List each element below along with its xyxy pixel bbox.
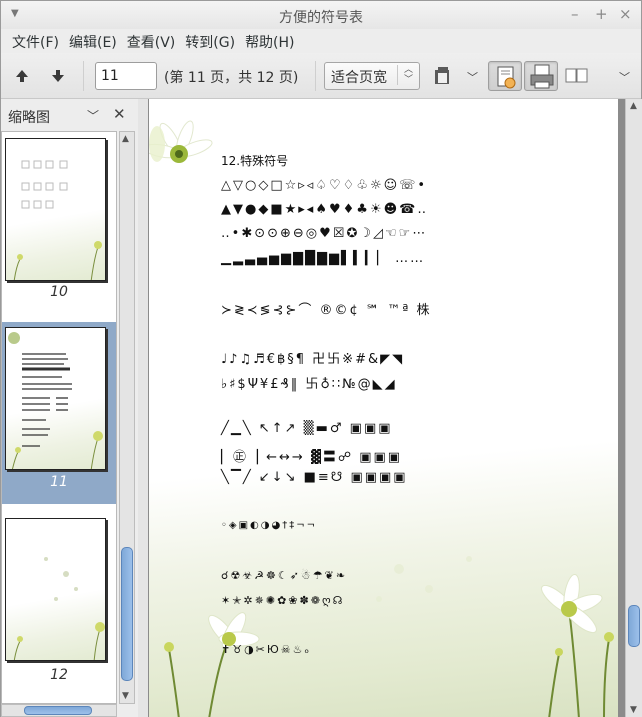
page-number-input[interactable]: [95, 62, 157, 90]
toolbar: (第 11 页，共 12 页) 适合页宽 ︿﹀ ﹀: [1, 53, 641, 99]
continuous-view-button[interactable]: [488, 61, 522, 91]
symbol-line: ╲▔╱ ↙↓↘ ■≡☋ ▣▣▣▣: [221, 470, 408, 485]
thumbnail-item[interactable]: 12: [2, 504, 116, 703]
close-window-icon[interactable]: ×: [619, 5, 632, 23]
symbol-line: ✶✭✲✵✺✿❀✽❁ღ☊: [221, 594, 345, 607]
sidebar-dropdown-icon[interactable]: ﹀: [87, 107, 99, 124]
symbol-line: △▽○◇□☆▹◃♤♡♢♧☼☺☏•: [221, 178, 428, 193]
more-options-chevron-icon[interactable]: ﹀: [619, 69, 630, 85]
spin-arrows-icon: ︿ ﹀: [396, 65, 413, 85]
scrollbar-thumb[interactable]: [628, 605, 640, 647]
page-preview: [8, 332, 103, 469]
symbol-line: ‥•✱⊙⊙⊕⊖◎♥☒✪☽◿☜☞⋯: [221, 226, 428, 241]
printer-icon: [530, 64, 554, 89]
folder-copy-icon: [435, 67, 449, 84]
page-preview: [13, 557, 105, 660]
thumbnail-page: [5, 138, 106, 281]
title-bar: ▼ 方便的符号表 – + ×: [1, 1, 641, 29]
symbol-line: ✝♉◑✂Ю☠♨ₒ: [221, 643, 312, 656]
symbol-line: ☌☢☣☭☸☾➶☃☂❦❧: [221, 569, 348, 582]
toolbar-separator: [315, 61, 316, 91]
thumbnail-label: 11: [50, 474, 68, 490]
close-sidebar-icon[interactable]: ✕: [113, 105, 126, 123]
thumbnail-label: 12: [50, 667, 68, 683]
menu-go[interactable]: 转到(G): [180, 29, 240, 53]
zoom-select[interactable]: 适合页宽 ︿ ﹀: [324, 62, 420, 90]
arrow-down-icon: [52, 70, 64, 82]
arrow-up-icon: [16, 70, 28, 82]
thumbnail-page: [5, 327, 106, 470]
thumbnail-scrollbar[interactable]: ▲ ▼: [119, 131, 135, 704]
app-window: ▼ 方便的符号表 – + × 文件(F) 编辑(E) 查看(V) 转到(G) 帮…: [0, 0, 642, 717]
symbol-line: ▏㊣▕ ←↔→ ▓〓☍ ▣▣▣: [221, 450, 403, 465]
scroll-down-icon[interactable]: ▼: [122, 691, 129, 701]
maximize-icon[interactable]: +: [595, 5, 608, 23]
section-heading: 12.特殊符号: [221, 154, 289, 168]
chevron-down-icon[interactable]: ﹀: [467, 69, 478, 85]
menu-edit[interactable]: 编辑(E): [64, 29, 122, 53]
flower-meadow-decoration: [164, 556, 614, 717]
scroll-up-icon[interactable]: ▲: [122, 134, 129, 144]
page-preview: [13, 160, 102, 280]
sidebar-header: 缩略图 ﹀ ✕: [1, 99, 138, 131]
menu-file[interactable]: 文件(F): [7, 29, 64, 53]
symbol-line: ▁▂▃▄▅▆▇█▇▆▌▍▎▏ ……: [221, 251, 426, 266]
page-hand-icon: [497, 66, 516, 89]
page-count-label: (第 11 页，共 12 页): [164, 70, 299, 86]
thumbnail-page: [5, 518, 106, 661]
symbol-line: ♭♯$Ψ¥£₰‖ 卐♁∷№@◣◢: [221, 377, 397, 392]
window-title: 方便的符号表: [279, 10, 363, 26]
toolbar-separator: [83, 61, 84, 91]
thumbnail-hscrollbar[interactable]: [1, 704, 117, 717]
scrollbar-thumb[interactable]: [121, 547, 133, 681]
sidebar: 缩略图 ﹀ ✕ 10 11 12 ▲ ▼: [1, 99, 139, 717]
hscrollbar-thumb[interactable]: [24, 706, 92, 715]
document-page: 12.特殊符号 △▽○◇□☆▹◃♤♡♢♧☼☺☏• ▲▼●◆■★▸◂♠♥♦♣☀☻☎…: [149, 99, 618, 717]
minimize-icon[interactable]: –: [571, 5, 579, 23]
menu-bar: 文件(F) 编辑(E) 查看(V) 转到(G) 帮助(H): [1, 29, 641, 53]
sidebar-title[interactable]: 缩略图: [8, 107, 50, 127]
two-pages-icon: [565, 68, 588, 83]
flower-decoration: [149, 120, 213, 163]
scroll-down-icon[interactable]: ▼: [630, 705, 637, 715]
previous-page-button[interactable]: [9, 63, 35, 89]
dual-page-button[interactable]: [524, 61, 558, 91]
symbol-line: ♩♪♫♬€฿§¶ 卍卐※#&◤◥: [221, 352, 405, 367]
menu-help[interactable]: 帮助(H): [240, 29, 299, 53]
symbol-line: ╱▁╲ ↖↑↗ ▒▬♂ ▣▣▣: [221, 421, 393, 436]
symbol-line: ≻≷≺≶⊰⊱⌒ ®©¢ ℠ ™ª 株: [221, 303, 432, 318]
pane-splitter[interactable]: [138, 99, 148, 717]
thumbnail-item-selected[interactable]: 11: [2, 322, 116, 504]
menu-view[interactable]: 查看(V): [122, 29, 181, 53]
thumbnail-list: 10 11 12: [1, 131, 117, 704]
zoom-value: 适合页宽: [331, 70, 387, 86]
open-folder-button[interactable]: [427, 61, 461, 91]
scroll-up-icon[interactable]: ▲: [630, 101, 637, 111]
symbol-line: ▲▼●◆■★▸◂♠♥♦♣☀☻☎‥: [221, 202, 429, 217]
thumbnail-item[interactable]: 10: [2, 132, 116, 322]
symbol-line: ◦◈▣◐◑◕†‡¬¬: [221, 520, 317, 531]
dual-page-view-button[interactable]: [561, 61, 595, 91]
document-scrollbar[interactable]: ▲ ▼: [625, 99, 642, 717]
document-view[interactable]: 12.特殊符号 △▽○◇□☆▹◃♤♡♢♧☼☺☏• ▲▼●◆■★▸◂♠♥♦♣☀☻☎…: [148, 99, 625, 717]
next-page-button[interactable]: [45, 63, 71, 89]
thumbnail-label: 10: [50, 284, 68, 300]
